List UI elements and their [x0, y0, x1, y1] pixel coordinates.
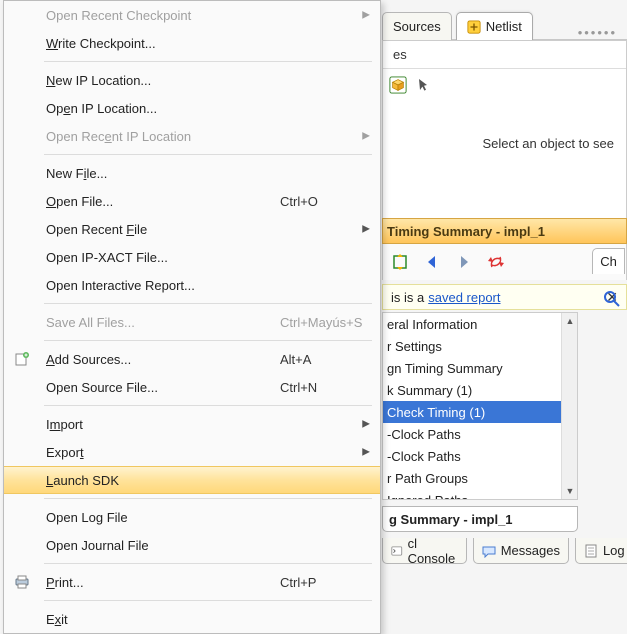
messages-icon	[482, 544, 496, 558]
tab-log[interactable]: Log	[575, 538, 627, 564]
menu-open-recent-checkpoint: Open Recent Checkpoint ▶	[4, 1, 380, 29]
separator	[44, 498, 372, 499]
separator	[44, 61, 372, 62]
menu-open-ipxact[interactable]: Open IP-XACT File...	[4, 243, 380, 271]
menu-export[interactable]: Export ▶	[4, 438, 380, 466]
expand-all-icon[interactable]	[391, 253, 409, 271]
chk-tab-label: Ch	[600, 254, 617, 269]
saved-report-prefix: is is a	[391, 290, 424, 305]
tab-sources-label: Sources	[393, 19, 441, 34]
chevron-right-icon: ▶	[362, 447, 370, 458]
tree-item[interactable]: eral Information	[383, 313, 577, 335]
tree-item[interactable]: Ignored Paths	[383, 489, 577, 500]
chevron-right-icon: ▶	[362, 131, 370, 142]
report-nav-toolbar	[382, 244, 627, 280]
design-run-header-label: Timing Summary - impl_1	[387, 224, 545, 239]
menu-open-ip-location[interactable]: Open IP Location...	[4, 94, 380, 122]
menu-import[interactable]: Import ▶	[4, 410, 380, 438]
tab-overflow-icon[interactable]: ••••••	[572, 25, 623, 40]
refresh-icon[interactable]	[487, 253, 505, 271]
tree-item[interactable]: -Clock Paths	[383, 445, 577, 467]
menu-write-checkpoint[interactable]: Write Checkpoint...	[4, 29, 380, 57]
menu-open-interactive-report[interactable]: Open Interactive Report...	[4, 271, 380, 299]
pointer-icon[interactable]	[417, 78, 431, 92]
back-icon[interactable]	[423, 253, 441, 271]
scroll-down-icon[interactable]: ▼	[562, 483, 578, 499]
chevron-right-icon: ▶	[362, 419, 370, 430]
tab-console-label: cl Console	[408, 536, 458, 566]
separator	[44, 600, 372, 601]
design-run-footer-tab[interactable]: g Summary - impl_1	[382, 506, 578, 532]
menu-add-sources[interactable]: Add Sources... Alt+A	[4, 345, 380, 373]
tree-item[interactable]: r Path Groups	[383, 467, 577, 489]
tab-console[interactable]: cl Console	[382, 538, 467, 564]
menu-open-log-file[interactable]: Open Log File	[4, 503, 380, 531]
separator	[44, 154, 372, 155]
menu-launch-sdk[interactable]: Launch SDK	[4, 466, 380, 494]
tab-messages-label: Messages	[501, 543, 560, 558]
print-icon	[14, 574, 30, 590]
tree-item[interactable]: k Summary (1)	[383, 379, 577, 401]
menu-open-journal-file[interactable]: Open Journal File	[4, 531, 380, 559]
chk-tab[interactable]: Ch	[592, 248, 625, 274]
tab-netlist[interactable]: Netlist	[456, 12, 533, 40]
menu-new-ip-location[interactable]: New IP Location...	[4, 66, 380, 94]
tab-messages[interactable]: Messages	[473, 538, 569, 564]
separator	[44, 303, 372, 304]
top-tabs: Sources Netlist ••••••	[382, 8, 623, 40]
chevron-right-icon: ▶	[362, 224, 370, 235]
netlist-icon	[467, 20, 481, 34]
scroll-up-icon[interactable]: ▲	[562, 313, 578, 329]
menu-open-file[interactable]: Open File... Ctrl+O	[4, 187, 380, 215]
search-icon[interactable]	[603, 290, 621, 308]
design-run-footer-label: g Summary - impl_1	[389, 512, 513, 527]
menu-open-source-file[interactable]: Open Source File... Ctrl+N	[4, 373, 380, 401]
menu-save-all-files: Save All Files... Ctrl+Mayús+S	[4, 308, 380, 336]
properties-empty-prompt: Select an object to see	[383, 100, 626, 151]
separator	[44, 405, 372, 406]
forward-icon[interactable]	[455, 253, 473, 271]
properties-panel: es Select an object to see	[382, 40, 627, 220]
component-icon[interactable]	[389, 76, 407, 94]
scrollbar[interactable]: ▲ ▼	[561, 313, 577, 499]
menu-open-recent-file[interactable]: Open Recent File ▶	[4, 215, 380, 243]
console-icon	[391, 544, 403, 558]
tree-item[interactable]: gn Timing Summary	[383, 357, 577, 379]
properties-toolbar	[383, 68, 626, 100]
tree-item-selected[interactable]: Check Timing (1)	[383, 401, 577, 423]
saved-report-banner: is is a saved report ✕	[382, 284, 627, 310]
menu-exit[interactable]: Exit	[4, 605, 380, 633]
tab-sources[interactable]: Sources	[382, 12, 452, 40]
tab-netlist-label: Netlist	[486, 19, 522, 34]
tree-item[interactable]: -Clock Paths	[383, 423, 577, 445]
properties-title-fragment: es	[383, 41, 626, 68]
menu-open-recent-ip-location: Open Recent IP Location ▶	[4, 122, 380, 150]
log-icon	[584, 544, 598, 558]
tree-item[interactable]: r Settings	[383, 335, 577, 357]
add-sources-icon	[14, 351, 30, 367]
menu-print[interactable]: Print... Ctrl+P	[4, 568, 380, 596]
saved-report-link[interactable]: saved report	[428, 290, 500, 305]
chevron-right-icon: ▶	[362, 10, 370, 21]
design-run-header: Timing Summary - impl_1	[382, 218, 627, 244]
timing-tree: eral Information r Settings gn Timing Su…	[382, 312, 578, 500]
separator	[44, 340, 372, 341]
bottom-tabs: cl Console Messages Log	[382, 538, 627, 566]
menu-new-file[interactable]: New File...	[4, 159, 380, 187]
file-menu: Open Recent Checkpoint ▶ Write Checkpoin…	[3, 0, 381, 634]
separator	[44, 563, 372, 564]
tab-log-label: Log	[603, 543, 625, 558]
